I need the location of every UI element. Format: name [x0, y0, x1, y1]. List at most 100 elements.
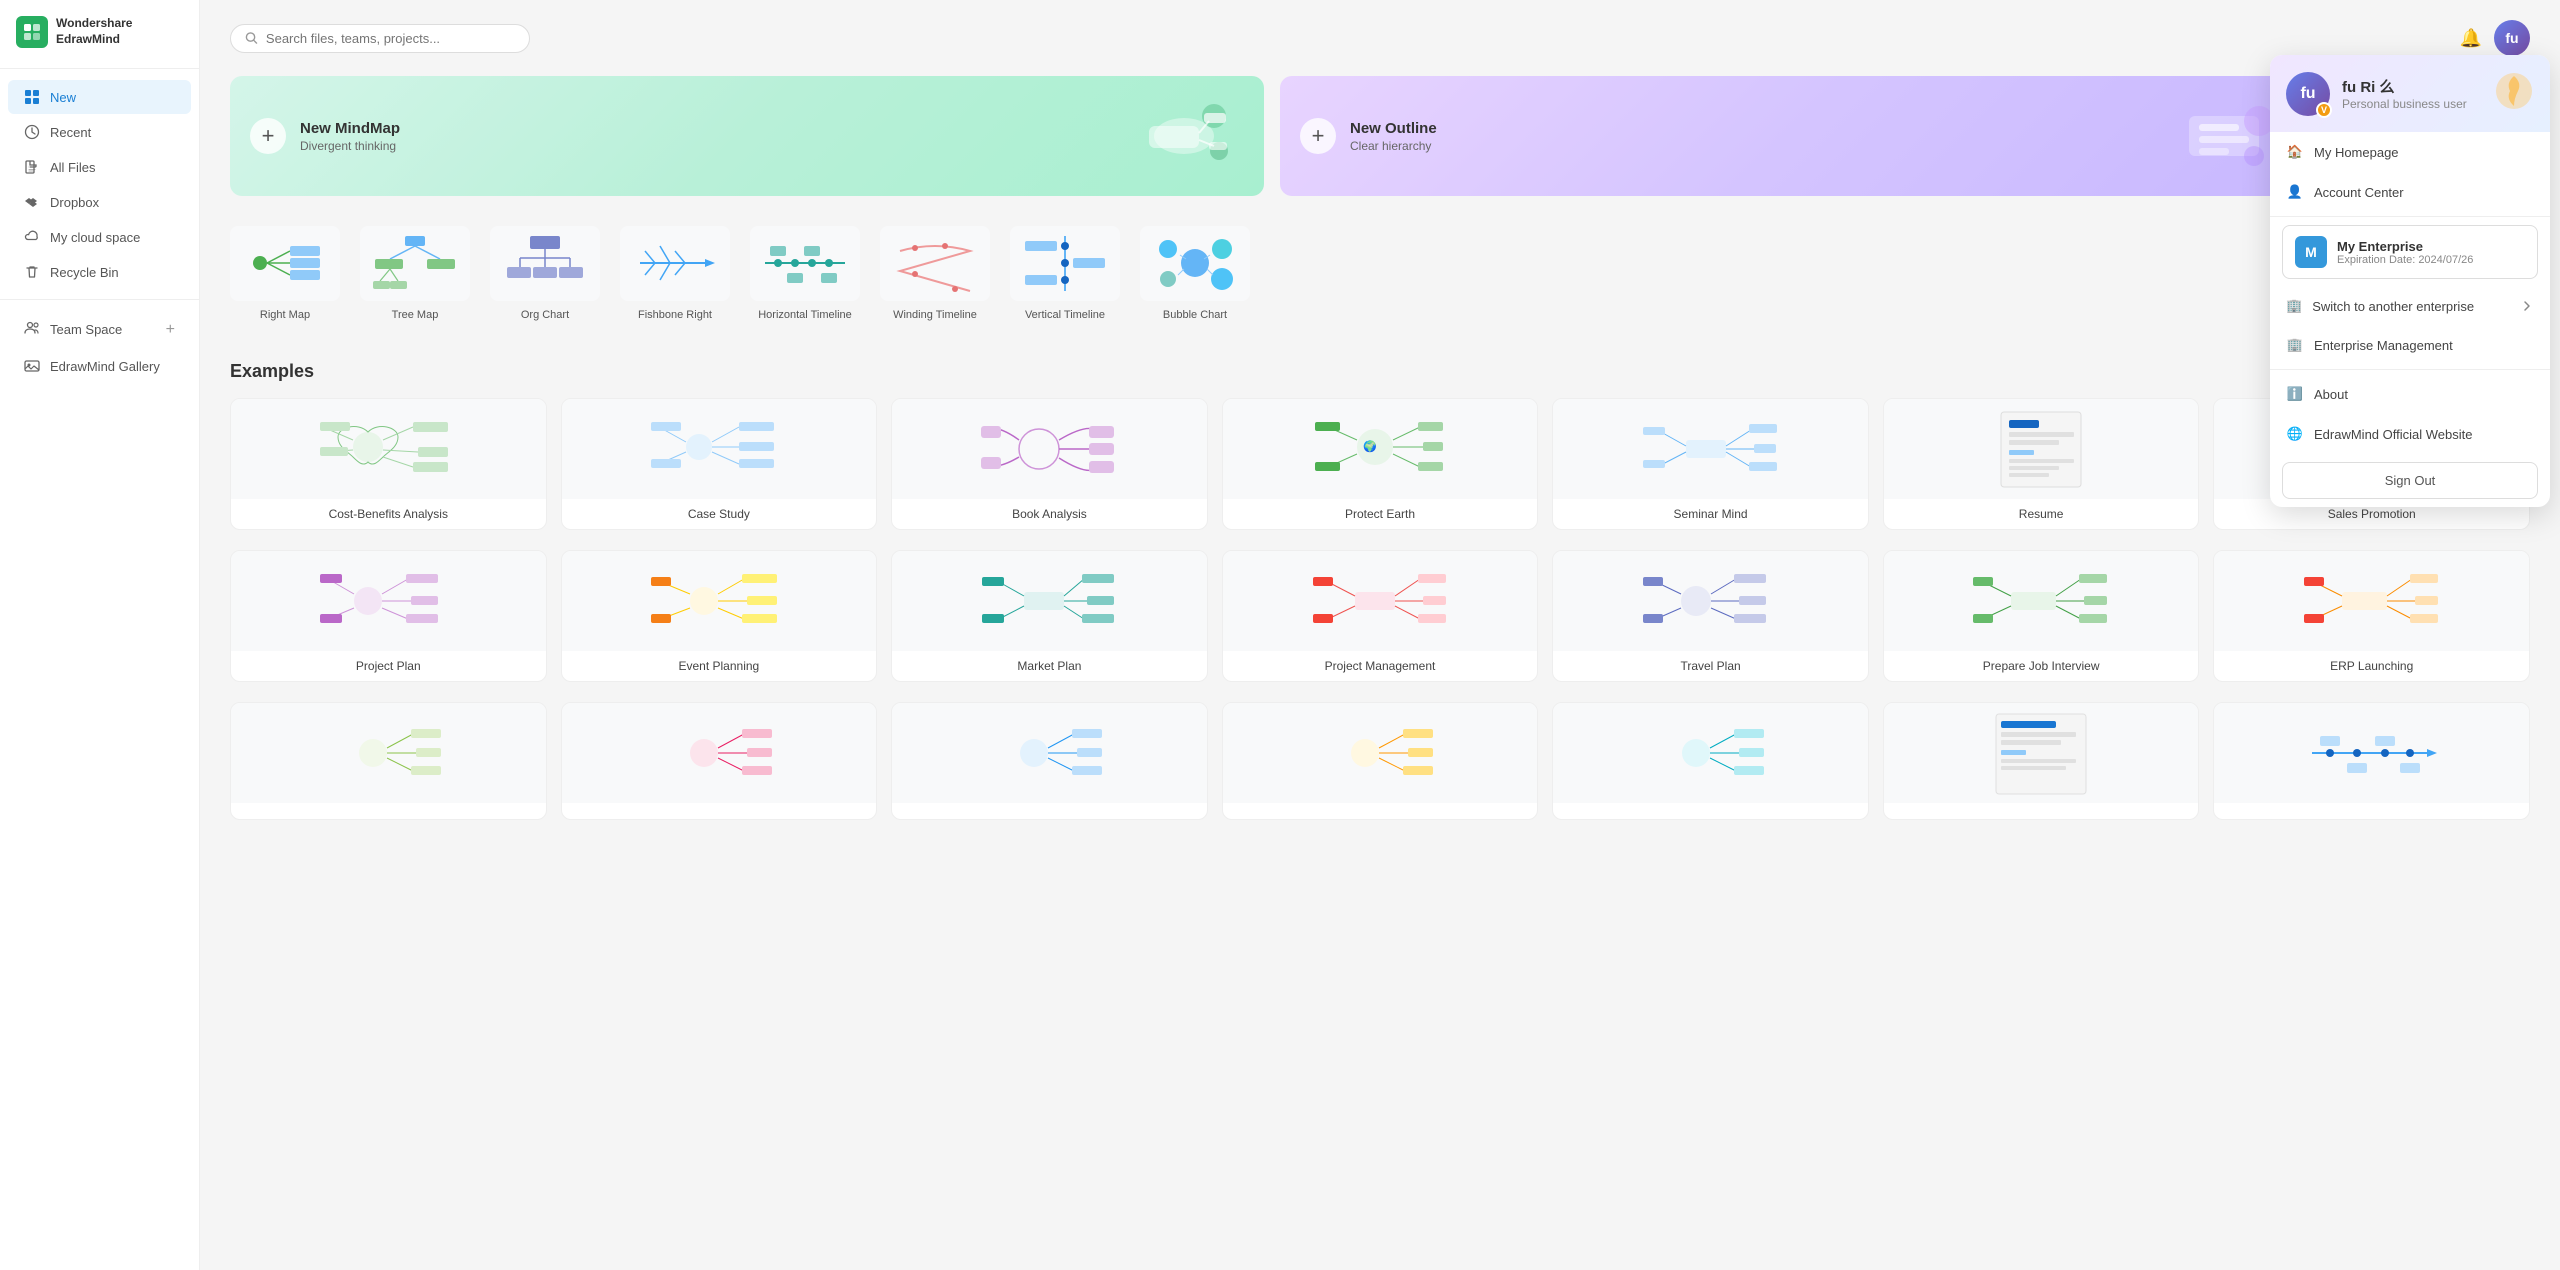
erp-launching-label: ERP Launching [2214, 651, 2529, 681]
sidebar-item-all-files-label: All Files [50, 160, 96, 175]
template-right-map[interactable]: Right Map [230, 226, 340, 321]
case-study-preview [562, 399, 877, 499]
example-row3-7[interactable] [2213, 702, 2530, 820]
dropdown-enterprise-mgmt[interactable]: 🏢 Enterprise Management [2270, 325, 2550, 365]
template-winding-timeline[interactable]: Winding Timeline [880, 226, 990, 321]
templates-row: Right Map Tree Map [230, 226, 2530, 331]
example-protect-earth[interactable]: 🌍 Protect Earth [1222, 398, 1539, 530]
template-org-chart[interactable]: Org Chart [490, 226, 600, 321]
dropdown-header: fu V fu Ri 么 Personal business user [2270, 55, 2550, 132]
sidebar-item-cloud-label: My cloud space [50, 230, 140, 245]
sign-out-button[interactable]: Sign Out [2282, 462, 2538, 499]
template-fishbone-label: Fishbone Right [638, 309, 712, 321]
new-icon [24, 89, 40, 105]
example-row3-6[interactable] [1883, 702, 2200, 820]
example-project-plan[interactable]: Project Plan [230, 550, 547, 682]
market-plan-preview [892, 551, 1207, 651]
example-row3-4[interactable] [1222, 702, 1539, 820]
row3-5-label [1553, 803, 1868, 819]
dropdown-website[interactable]: 🌐 EdrawMind Official Website [2270, 414, 2550, 454]
template-tree-map[interactable]: Tree Map [360, 226, 470, 321]
example-erp-launching[interactable]: ERP Launching [2213, 550, 2530, 682]
account-icon: 👤 [2286, 183, 2304, 201]
tree-map-diagram [360, 226, 470, 301]
new-mindmap-card[interactable]: + New MindMap Divergent thinking [230, 76, 1264, 196]
template-tree-map-label: Tree Map [392, 309, 439, 321]
new-outline-card[interactable]: + New Outline Clear hierarchy [1280, 76, 2314, 196]
outline-title: New Outline [1350, 120, 1437, 137]
template-vertical-timeline[interactable]: Vertical Timeline [1010, 226, 1120, 321]
notification-bell-button[interactable]: 🔔 [2460, 28, 2482, 49]
template-v-timeline-label: Vertical Timeline [1025, 309, 1105, 321]
template-fishbone-right[interactable]: Fishbone Right [620, 226, 730, 321]
dropdown-account[interactable]: 👤 Account Center [2270, 172, 2550, 212]
dropdown-role: Personal business user [2342, 97, 2467, 111]
mindmap-title: New MindMap [300, 120, 400, 137]
example-event-planning[interactable]: Event Planning [561, 550, 878, 682]
dropdown-about[interactable]: ℹ️ About [2270, 374, 2550, 414]
examples-row-3 [230, 702, 2530, 820]
sidebar: Wondershare EdrawMind New Recent All Fil… [0, 0, 200, 1270]
examples-row-2: Project Plan Event Planning [230, 550, 2530, 682]
row3-6-label [1884, 803, 2199, 819]
resume-preview [1884, 399, 2199, 499]
example-cost-benefits[interactable]: Cost-Benefits Analysis [230, 398, 547, 530]
add-team-icon[interactable]: + [166, 321, 175, 339]
protect-earth-preview: 🌍 [1223, 399, 1538, 499]
enterprise-logo: M [2295, 236, 2327, 268]
header: 🔔 fu [230, 20, 2530, 56]
travel-plan-label: Travel Plan [1553, 651, 1868, 681]
vertical-timeline-diagram [1010, 226, 1120, 301]
mindmap-illustration [1104, 76, 1264, 196]
right-map-diagram [230, 226, 340, 301]
sidebar-item-gallery[interactable]: EdrawMind Gallery [8, 349, 191, 383]
template-bubble-chart[interactable]: Bubble Chart [1140, 226, 1250, 321]
sidebar-item-all-files[interactable]: All Files [8, 150, 191, 184]
example-market-plan[interactable]: Market Plan [891, 550, 1208, 682]
example-project-management[interactable]: Project Management [1222, 550, 1539, 682]
row3-7-label [2214, 803, 2529, 819]
template-h-timeline-label: Horizontal Timeline [758, 309, 852, 321]
example-case-study[interactable]: Case Study [561, 398, 878, 530]
example-travel-plan[interactable]: Travel Plan [1552, 550, 1869, 682]
search-bar[interactable] [230, 24, 530, 53]
user-avatar-button[interactable]: fu [2494, 20, 2530, 56]
sidebar-item-new-label: New [50, 90, 76, 105]
sidebar-item-cloud[interactable]: My cloud space [8, 220, 191, 254]
row3-3-label [892, 803, 1207, 819]
sidebar-item-dropbox-label: Dropbox [50, 195, 99, 210]
chevron-right-icon [2520, 299, 2534, 313]
app-name-text: Wondershare EdrawMind [56, 16, 132, 47]
project-management-label: Project Management [1223, 651, 1538, 681]
erp-preview [2214, 551, 2529, 651]
team-space-label: Team Space [50, 322, 122, 337]
org-chart-diagram [490, 226, 600, 301]
case-study-label: Case Study [562, 499, 877, 529]
example-seminar-mind[interactable]: Seminar Mind [1552, 398, 1869, 530]
sidebar-item-recycle[interactable]: Recycle Bin [8, 255, 191, 289]
app-logo-icon [16, 16, 48, 48]
sidebar-item-dropbox[interactable]: Dropbox [8, 185, 191, 219]
sidebar-item-recent[interactable]: Recent [8, 115, 191, 149]
dropdown-user-info: fu Ri 么 Personal business user [2342, 76, 2467, 111]
example-row3-5[interactable] [1552, 702, 1869, 820]
example-row3-1[interactable] [230, 702, 547, 820]
divider-1 [2270, 216, 2550, 217]
svg-text:🌍: 🌍 [1363, 440, 1377, 453]
sidebar-item-team-space[interactable]: Team Space + [8, 311, 191, 348]
example-row3-2[interactable] [561, 702, 878, 820]
sidebar-item-recent-label: Recent [50, 125, 91, 140]
website-icon: 🌐 [2286, 425, 2304, 443]
switch-enterprise-item[interactable]: 🏢 Switch to another enterprise [2270, 287, 2550, 325]
example-book-analysis[interactable]: Book Analysis [891, 398, 1208, 530]
search-input[interactable] [266, 31, 515, 46]
example-row3-3[interactable] [891, 702, 1208, 820]
dropdown-homepage[interactable]: 🏠 My Homepage [2270, 132, 2550, 172]
event-planning-label: Event Planning [562, 651, 877, 681]
example-resume[interactable]: Resume [1883, 398, 2200, 530]
example-prepare-job-interview[interactable]: Prepare Job Interview [1883, 550, 2200, 682]
template-horizontal-timeline[interactable]: Horizontal Timeline [750, 226, 860, 321]
outline-subtitle: Clear hierarchy [1350, 139, 1437, 153]
sidebar-item-new[interactable]: New [8, 80, 191, 114]
row3-1-label [231, 803, 546, 819]
